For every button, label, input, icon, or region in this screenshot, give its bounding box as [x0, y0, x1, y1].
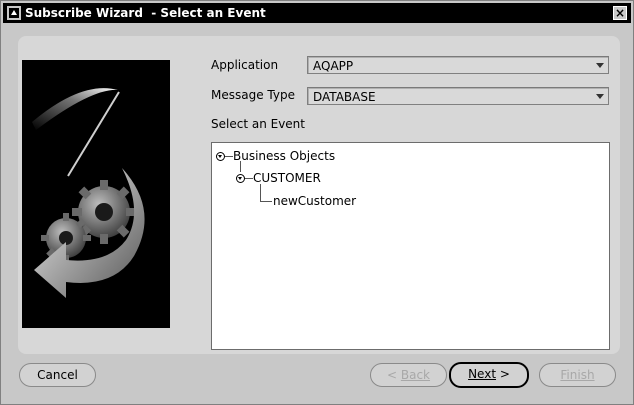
finish-label: Finish	[560, 368, 595, 382]
application-label: Application	[211, 58, 279, 72]
tree-node-customer[interactable]: CUSTOMER	[253, 171, 321, 185]
expanded-disclosure-icon[interactable]	[216, 152, 225, 161]
next-button[interactable]: Next >	[449, 362, 529, 388]
gears-arrow-illustration	[22, 60, 170, 328]
cancel-button[interactable]: Cancel	[19, 363, 96, 387]
message-type-select[interactable]: DATABASE	[307, 87, 609, 105]
finish-button[interactable]: Finish	[539, 363, 616, 387]
tree-connector	[260, 201, 272, 202]
close-button[interactable]: ×	[613, 6, 627, 20]
message-type-label: Message Type	[211, 88, 295, 102]
application-value: AQAPP	[313, 59, 354, 73]
expanded-disclosure-icon[interactable]	[236, 174, 245, 183]
back-arrow-icon: <	[386, 368, 398, 382]
tree-node-newcustomer[interactable]: newCustomer	[273, 194, 356, 208]
next-arrow-icon: >	[499, 367, 510, 381]
window-title: Subscribe Wizard - Select an Event	[25, 6, 266, 20]
back-label: Back	[400, 368, 431, 382]
wizard-window: Subscribe Wizard - Select an Event × App…	[0, 0, 634, 405]
back-button[interactable]: < Back	[370, 363, 447, 387]
message-type-value: DATABASE	[313, 90, 376, 104]
tree-node-business-objects[interactable]: Business Objects	[233, 149, 335, 163]
cancel-label: Cancel	[37, 368, 78, 382]
app-icon	[7, 6, 21, 20]
tree-connector	[240, 161, 241, 172]
select-event-label: Select an Event	[211, 117, 305, 131]
close-icon: ×	[614, 6, 626, 20]
event-tree[interactable]: Business Objects CUSTOMER newCustomer	[211, 142, 610, 350]
tree-connector	[260, 184, 261, 201]
illustration-graphic	[32, 88, 145, 298]
title-bar[interactable]: Subscribe Wizard - Select an Event ×	[3, 3, 631, 23]
content-panel: Application AQAPP Message Type DATABASE …	[18, 36, 620, 354]
chevron-down-icon	[596, 63, 604, 68]
next-label: Next	[468, 367, 497, 381]
tree-connector	[245, 178, 253, 179]
chevron-down-icon	[596, 94, 604, 99]
tree-connector	[225, 156, 233, 157]
application-select[interactable]: AQAPP	[307, 56, 609, 74]
